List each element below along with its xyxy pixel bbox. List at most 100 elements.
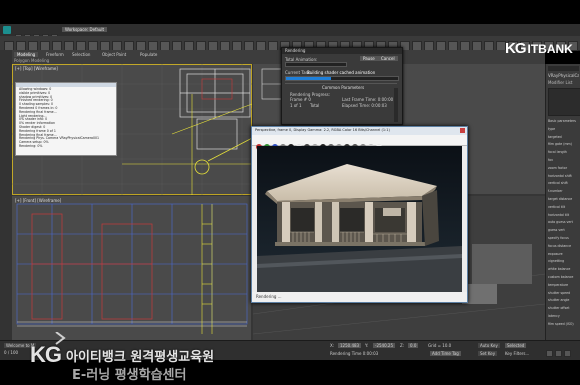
camera-param-row[interactable]: zoom factor: [548, 165, 579, 173]
set-key-button[interactable]: Set Key: [478, 351, 498, 356]
tab-freeform[interactable]: Freeform: [46, 52, 64, 57]
camera-param-row[interactable]: horizontal shift: [548, 173, 579, 181]
z-label: Z:: [400, 343, 405, 348]
elapsed-time: Elapsed Time: 0:00:03: [342, 103, 387, 108]
frame-label: Frame # 0: [290, 97, 311, 102]
auto-key-button[interactable]: Auto Key: [478, 343, 500, 348]
close-icon[interactable]: [460, 128, 465, 133]
status-prompt: Rendering Time 0:00:03: [330, 351, 379, 356]
current-task-value: Building shader cached animation: [307, 70, 376, 75]
progress-dialog-titlebar[interactable]: Rendering: [282, 48, 402, 54]
render-bottom-status: Rendering ...: [256, 294, 282, 299]
camera-param-row[interactable]: exposure: [548, 251, 579, 259]
watermark-line2: E-러닝 평생학습센터: [72, 368, 187, 383]
viewport-label-top[interactable]: [+] [Top] [Wireframe]: [15, 66, 58, 71]
rendering-progress-dialog[interactable]: Rendering Total Animation: Pause Cancel …: [281, 47, 403, 125]
next-frame-icon[interactable]: [555, 350, 562, 357]
camera-param-row[interactable]: focus distance: [548, 243, 579, 251]
brand-itbank-text: ITBANK: [527, 41, 573, 56]
frame-counter[interactable]: 0 / 100: [4, 350, 18, 355]
camera-param-row[interactable]: shutter speed: [548, 290, 579, 298]
camera-param-row[interactable]: focal length: [548, 149, 579, 157]
command-panel: VRayPhysicalCamera001 Modifier List Basi…: [545, 64, 580, 340]
object-name-field[interactable]: VRayPhysicalCamera001: [548, 73, 579, 78]
y-coord-field[interactable]: -2540.25: [373, 343, 395, 348]
render-window-title: Perspective, frame 0, Display Gamma: 2.2…: [255, 128, 390, 132]
camera-param-row[interactable]: horizontal tilt: [548, 212, 579, 220]
camera-param-row[interactable]: type: [548, 126, 579, 134]
render-window-titlebar[interactable]: Perspective, frame 0, Display Gamma: 2.2…: [252, 127, 467, 135]
render-frame-window[interactable]: Perspective, frame 0, Display Gamma: 2.2…: [251, 126, 468, 303]
camera-param-row[interactable]: auto guess vert: [548, 219, 579, 227]
grid-size: Grid = 10.0: [428, 343, 452, 348]
log-lines: Allowing windows: 0 visible primitives: 0…: [19, 87, 113, 149]
selected-dropdown[interactable]: Selected: [505, 343, 527, 348]
workspace-dropdown[interactable]: Workspace: Default: [62, 27, 108, 32]
modifier-list-dropdown[interactable]: Modifier List: [548, 80, 572, 85]
rendered-building-image: [257, 146, 462, 292]
ribbon: Modeling Freeform Selection Object Paint…: [0, 50, 545, 65]
progress-dialog-title: Rendering: [285, 48, 306, 53]
camera-param-row[interactable]: Basic parameters: [548, 118, 579, 126]
camera-param-row[interactable]: fov: [548, 157, 579, 165]
camera-param-row[interactable]: shutter angle: [548, 297, 579, 305]
camera-param-row[interactable]: film speed (ISO): [548, 321, 579, 329]
ribbon-sub-label: Polygon Modeling: [14, 58, 50, 63]
tab-modeling[interactable]: Modeling: [14, 52, 39, 57]
camera-param-row[interactable]: targeted: [548, 134, 579, 142]
watermark-kg-text: KG: [30, 342, 62, 367]
render-window-toolbar: [252, 135, 467, 150]
brand-kg-mark: KG: [505, 40, 526, 57]
common-parameters-header[interactable]: Common Parameters: [322, 85, 364, 90]
camera-param-row[interactable]: shutter offset: [548, 305, 579, 313]
watermark: KG 아이티뱅크 원격평생교육원 E-러닝 평생학습센터: [30, 320, 290, 383]
cancel-button[interactable]: Cancel: [378, 56, 398, 61]
x-coord-field[interactable]: 1250.483: [338, 343, 362, 348]
camera-param-row[interactable]: custom balance: [548, 274, 579, 282]
camera-parameter-rows: Basic parameters type targeted film gate (m…: [548, 118, 579, 329]
tab-selection[interactable]: Selection: [72, 52, 90, 57]
tab-populate[interactable]: Populate: [140, 52, 157, 57]
x-label: X:: [330, 343, 335, 348]
command-panel-tabs[interactable]: [548, 66, 579, 71]
camera-param-row[interactable]: white balance: [548, 266, 579, 274]
brand-logo-top: KG ITBANK: [505, 40, 573, 57]
pause-button[interactable]: Pause: [360, 56, 378, 61]
play-icon[interactable]: [546, 350, 553, 357]
viewport-label-front[interactable]: [+] [Front] [Wireframe]: [15, 198, 61, 203]
camera-param-row[interactable]: vignetting: [548, 258, 579, 266]
camera-param-row[interactable]: latency: [548, 313, 579, 321]
watermark-line1: 아이티뱅크 원격평생교육원: [66, 350, 215, 365]
key-filters-button[interactable]: Key Filters...: [505, 351, 529, 356]
modifier-stack[interactable]: [548, 88, 580, 116]
render-log-window[interactable]: Allowing windows: 0 visible primitives: 0…: [15, 82, 117, 156]
current-task-progress-fill: [286, 77, 331, 80]
camera-param-row[interactable]: specify focus: [548, 235, 579, 243]
current-task-progress: [285, 76, 399, 81]
camera-param-row[interactable]: temperature: [548, 282, 579, 290]
camera-param-row[interactable]: film gate (mm): [548, 141, 579, 149]
y-label: Y:: [365, 343, 369, 348]
of-label: 1 of 1: [290, 103, 302, 108]
total-label: Total: [310, 103, 320, 108]
total-animation-progress: [285, 62, 347, 67]
camera-param-row[interactable]: guess vert: [548, 227, 579, 235]
camera-param-row[interactable]: vertical shift: [548, 180, 579, 188]
rendered-image-canvas: [257, 146, 462, 292]
render-window-statusbar: Rendering ...: [252, 292, 467, 302]
letterbox-top: [0, 0, 580, 24]
prev-frame-icon[interactable]: [564, 350, 571, 357]
last-frame-time: Last Frame Time: 0:00:00: [342, 97, 394, 102]
tab-object-paint[interactable]: Object Paint: [102, 52, 126, 57]
progress-dialog-scrollbar[interactable]: [394, 88, 398, 122]
log-line: Rendering: 0%: [19, 143, 43, 148]
camera-param-row[interactable]: f-number: [548, 188, 579, 196]
divider: [285, 83, 397, 84]
playback-controls: [545, 343, 577, 359]
z-coord-field[interactable]: 0.0: [408, 343, 419, 348]
camera-param-row[interactable]: vertical tilt: [548, 204, 579, 212]
left-toolbar-strip: [0, 50, 12, 340]
add-time-tag-button[interactable]: Add Time Tag: [430, 351, 461, 356]
app-logo-icon[interactable]: [3, 26, 11, 34]
camera-param-row[interactable]: target distance: [548, 196, 579, 204]
